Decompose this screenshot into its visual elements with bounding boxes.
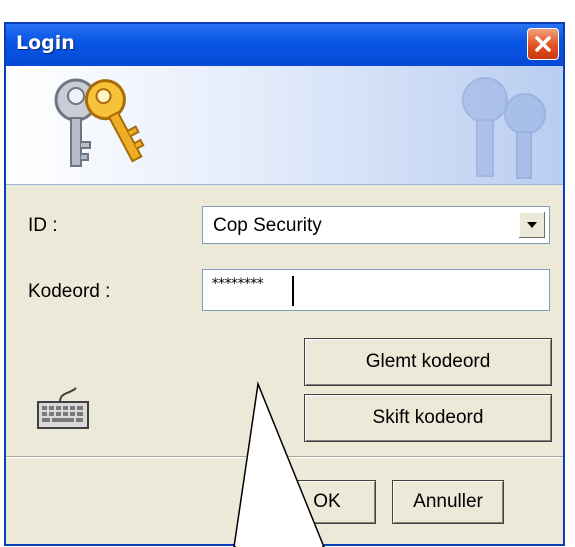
close-button[interactable]	[527, 28, 559, 60]
title-bar[interactable]: Login	[6, 24, 563, 66]
id-dropdown-button[interactable]	[518, 211, 546, 239]
close-icon	[535, 36, 551, 52]
id-select-value: Cop Security	[213, 215, 322, 236]
ok-label: OK	[313, 491, 341, 512]
cancel-label: Annuller	[413, 491, 483, 512]
window-title: Login	[16, 32, 75, 54]
change-password-label: Skift kodeord	[372, 407, 484, 428]
forgot-password-button[interactable]: Glemt kodeord	[304, 338, 552, 386]
banner	[6, 66, 563, 185]
login-dialog: Login ID: Cop Security Kodeord: ******…	[4, 22, 565, 546]
id-label: ID :	[28, 215, 58, 236]
text-caret	[292, 276, 294, 306]
keyboard-icon	[37, 387, 89, 429]
chevron-down-icon	[527, 222, 537, 228]
password-field[interactable]: ********	[202, 269, 550, 311]
change-password-button[interactable]: Skift kodeord	[304, 394, 552, 442]
id-select[interactable]: Cop Security	[202, 206, 550, 244]
separator	[6, 456, 563, 458]
forgot-password-label: Glemt kodeord	[365, 351, 491, 372]
ok-button[interactable]: OK	[278, 480, 376, 524]
keys-icon	[54, 78, 145, 167]
cancel-button[interactable]: Annuller	[392, 480, 504, 524]
password-value: ********	[211, 276, 264, 292]
password-label: Kodeord :	[28, 281, 111, 302]
keys-watermark-icon	[462, 77, 546, 179]
